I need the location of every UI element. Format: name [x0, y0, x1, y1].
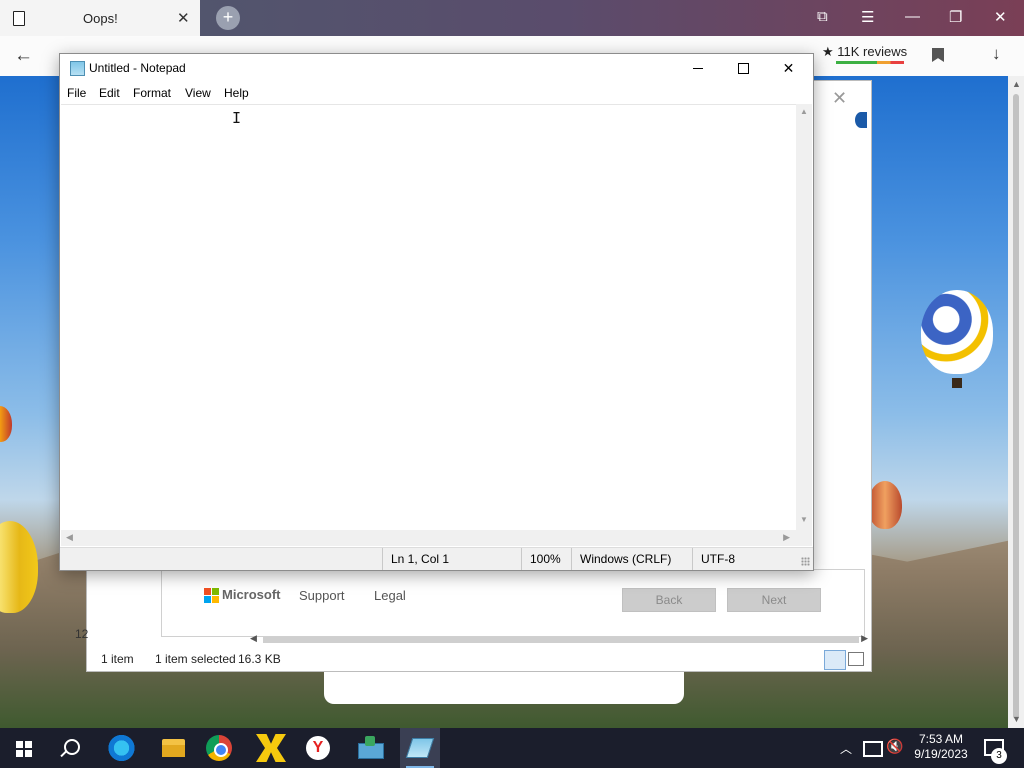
- xv-icon[interactable]: [256, 734, 286, 762]
- menu-view[interactable]: View: [185, 86, 211, 100]
- notepad-status-bar: Ln 1, Col 1 100% Windows (CRLF) UTF-8: [60, 547, 813, 570]
- dialog-panel: [324, 672, 684, 704]
- zoom-level: 100%: [521, 548, 571, 570]
- reviews-rating[interactable]: ★ 11K reviews: [822, 44, 907, 60]
- rating-bar: [836, 61, 904, 64]
- scroll-down-icon[interactable]: ▼: [1012, 714, 1021, 724]
- scroll-right-icon[interactable]: ▶: [861, 633, 868, 644]
- back-button[interactable]: ←: [14, 45, 33, 67]
- maximize-button[interactable]: [721, 54, 766, 84]
- vertical-scrollbar[interactable]: ▲ ▼: [796, 104, 812, 530]
- scroll-up-icon[interactable]: ▲: [1012, 79, 1021, 89]
- line-ending: Windows (CRLF): [571, 548, 692, 570]
- close-button[interactable]: ✕: [766, 54, 811, 84]
- notepad-title-bar[interactable]: Untitled - Notepad ✕: [60, 54, 813, 84]
- legal-link[interactable]: Legal: [374, 588, 406, 603]
- partial-logo-icon: [855, 112, 867, 128]
- menu-file[interactable]: File: [67, 86, 86, 100]
- scroll-up-icon[interactable]: ▲: [800, 107, 808, 116]
- tab-title: Oops!: [83, 11, 118, 26]
- support-link[interactable]: Support: [299, 588, 345, 603]
- balloon-image: [0, 406, 12, 442]
- cursor-position: Ln 1, Col 1: [382, 548, 521, 570]
- scrollbar-corner: [796, 530, 812, 546]
- browser-tab-bar: Oops! ✕ + ⧉ ☰ — ❐ ✕: [0, 0, 1024, 36]
- volume-muted-icon[interactable]: 🔇: [886, 738, 903, 755]
- notepad-icon: [70, 61, 85, 76]
- menu-edit[interactable]: Edit: [99, 86, 120, 100]
- browser-tab[interactable]: Oops! ✕: [0, 0, 200, 36]
- balloon-image: [921, 290, 993, 388]
- clock[interactable]: 7:53 AM 9/19/2023: [914, 732, 968, 762]
- search-icon[interactable]: [64, 739, 80, 755]
- menu-icon[interactable]: ☰: [861, 8, 874, 26]
- close-icon[interactable]: ✕: [994, 8, 1007, 26]
- download-icon[interactable]: ↓: [992, 44, 1001, 64]
- next-button[interactable]: Next: [727, 588, 821, 612]
- network-icon[interactable]: [863, 741, 883, 757]
- start-icon[interactable]: [16, 741, 32, 757]
- restore-icon[interactable]: ❐: [949, 8, 962, 26]
- scroll-left-icon[interactable]: ◀: [66, 532, 73, 543]
- notepad-taskbar-icon[interactable]: [400, 728, 440, 768]
- large-icons-view-icon[interactable]: [848, 652, 864, 666]
- page-scrollbar[interactable]: ▲ ▼: [1008, 76, 1024, 728]
- scroll-down-icon[interactable]: ▼: [800, 515, 808, 524]
- yandex-icon[interactable]: Y: [306, 736, 330, 760]
- selected-size: 16.3 KB: [238, 652, 281, 666]
- bookmark-icon[interactable]: [932, 48, 944, 62]
- back-button[interactable]: Back: [622, 588, 716, 612]
- menu-format[interactable]: Format: [133, 86, 171, 100]
- tab-close-icon[interactable]: ✕: [177, 9, 190, 27]
- text-cursor-icon: I: [232, 109, 242, 127]
- resize-grip-icon[interactable]: [801, 557, 810, 566]
- item-count: 1 item: [101, 652, 134, 666]
- installer-horizontal-scrollbar[interactable]: ◀ ▶: [250, 633, 868, 644]
- scrollbar-thumb[interactable]: [1013, 94, 1019, 719]
- chevron-up-icon[interactable]: ︿: [840, 740, 852, 757]
- mail-icon[interactable]: [355, 734, 385, 762]
- new-tab-button[interactable]: +: [216, 6, 240, 30]
- scrollbar-thumb[interactable]: [263, 637, 859, 643]
- text-editor-area[interactable]: [61, 104, 796, 531]
- clock-date: 9/19/2023: [914, 747, 968, 761]
- taskbar: Y ︿ 🔇 7:53 AM 9/19/2023 3: [0, 728, 1024, 768]
- microsoft-brand: Microsoft: [222, 587, 281, 602]
- document-icon: [13, 11, 25, 26]
- balloon-image: [868, 481, 902, 529]
- scroll-right-icon[interactable]: ▶: [783, 532, 790, 543]
- edge-icon[interactable]: [108, 734, 138, 762]
- installer-close-icon[interactable]: ✕: [832, 88, 847, 109]
- menu-help[interactable]: Help: [224, 86, 249, 100]
- installer-footer: Microsoft Support Legal Back Next: [161, 569, 865, 637]
- explorer-status-bar: 1 item 1 item selected 16.3 KB: [87, 647, 871, 671]
- horizontal-scrollbar[interactable]: ◀ ▶: [61, 530, 796, 546]
- clock-time: 7:53 AM: [918, 732, 964, 746]
- minimize-icon[interactable]: —: [905, 8, 920, 25]
- file-explorer-icon[interactable]: [159, 734, 189, 762]
- scroll-left-icon[interactable]: ◀: [250, 633, 257, 644]
- window-title: Untitled - Notepad: [89, 61, 186, 75]
- chrome-icon[interactable]: [206, 735, 232, 761]
- encoding: UTF-8: [692, 548, 791, 570]
- menu-bar: File Edit Format View Help: [60, 84, 813, 104]
- selected-count: 1 item selected: [155, 652, 236, 666]
- minimize-button[interactable]: [676, 54, 721, 84]
- partial-text: 12: [75, 627, 89, 641]
- notification-count: 3: [991, 748, 1007, 764]
- collections-icon[interactable]: ⧉: [817, 8, 828, 25]
- details-view-icon[interactable]: [824, 650, 846, 670]
- microsoft-logo-icon: [204, 588, 219, 603]
- notepad-window: Untitled - Notepad ✕ File Edit Format Vi…: [59, 53, 814, 571]
